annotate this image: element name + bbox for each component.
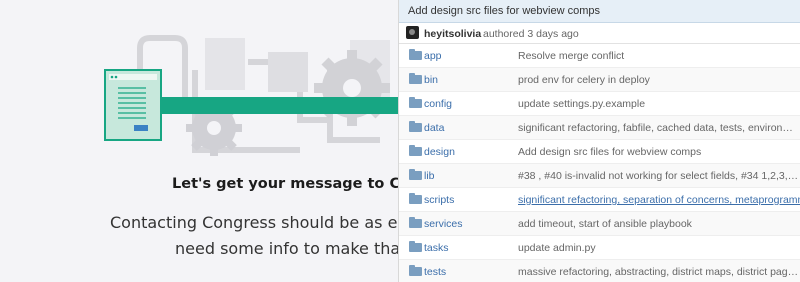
conveyor-band xyxy=(158,97,398,114)
file-commit-message[interactable]: update settings.py.example xyxy=(518,98,800,110)
file-row: design Add design src files for webview c… xyxy=(399,140,800,164)
file-commit-message[interactable]: #38 , #40 is-invalid not working for sel… xyxy=(518,170,800,182)
file-name-link[interactable]: services xyxy=(424,218,463,230)
file-row: tests massive refactoring, abstracting, d… xyxy=(399,260,800,282)
commit-author-row: heyitsolivia authored 3 days ago xyxy=(399,23,800,44)
avatar[interactable] xyxy=(406,26,419,39)
folder-icon xyxy=(409,217,422,228)
file-commit-message[interactable]: significant refactoring, fabfile, cached… xyxy=(518,122,800,134)
author-name[interactable]: heyitsolivia xyxy=(424,28,481,40)
file-name-link[interactable]: bin xyxy=(424,74,438,86)
landing-body-line-2: need some info to make that ha xyxy=(175,239,398,258)
landing-panel: Let's get your message to Con Contacting… xyxy=(0,0,398,282)
latest-commit-bar: Add design src files for webview comps xyxy=(399,0,800,23)
folder-icon xyxy=(409,193,422,204)
folder-icon xyxy=(409,241,422,252)
file-name-link[interactable]: design xyxy=(424,146,455,158)
file-row: bin prod env for celery in deploy xyxy=(399,68,800,92)
landing-body-line-1: Contacting Congress should be as easy a xyxy=(110,213,398,232)
author-meta: authored 3 days ago xyxy=(483,28,579,40)
file-row: tasks update admin.py xyxy=(399,236,800,260)
folder-icon xyxy=(409,97,422,108)
landing-headline: Let's get your message to Con xyxy=(172,176,398,192)
file-name-link[interactable]: app xyxy=(424,50,442,62)
file-commit-message[interactable]: prod env for celery in deploy xyxy=(518,74,800,86)
file-name-link[interactable]: scripts xyxy=(424,194,454,206)
document-icon xyxy=(104,69,162,141)
file-name-link[interactable]: lib xyxy=(424,170,435,182)
file-row: scripts significant refactoring, separati… xyxy=(399,188,800,212)
folder-icon xyxy=(409,73,422,84)
file-commit-message[interactable]: Resolve merge conflict xyxy=(518,50,800,62)
folder-icon xyxy=(409,145,422,156)
file-row: lib #38 , #40 is-invalid not working for … xyxy=(399,164,800,188)
folder-icon xyxy=(409,49,422,60)
large-gear-icon xyxy=(314,50,390,126)
file-name-link[interactable]: data xyxy=(424,122,444,134)
file-commit-message[interactable]: Add design src files for webview comps xyxy=(518,146,800,158)
repo-file-browser: Add design src files for webview comps h… xyxy=(398,0,800,282)
file-row: config update settings.py.example xyxy=(399,92,800,116)
folder-icon xyxy=(409,265,422,276)
file-list: app Resolve merge conflict bin prod env for… xyxy=(399,44,800,282)
folder-icon xyxy=(409,121,422,132)
file-name-link[interactable]: tasks xyxy=(424,242,449,254)
file-row: app Resolve merge conflict xyxy=(399,44,800,68)
folder-icon xyxy=(409,169,422,180)
file-row: data significant refactoring, fabfile, ca… xyxy=(399,116,800,140)
file-commit-message[interactable]: update admin.py xyxy=(518,242,800,254)
latest-commit-message[interactable]: Add design src files for webview comps xyxy=(408,5,600,17)
file-row: services add timeout, start of ansible pl… xyxy=(399,212,800,236)
file-commit-message[interactable]: significant refactoring, separation of c… xyxy=(518,194,800,206)
message-machine-illustration xyxy=(104,35,398,156)
file-name-link[interactable]: tests xyxy=(424,266,446,278)
file-name-link[interactable]: config xyxy=(424,98,452,110)
file-commit-message[interactable]: add timeout, start of ansible playbook xyxy=(518,218,800,230)
file-commit-message[interactable]: massive refactoring, abstracting, distri… xyxy=(518,266,800,278)
